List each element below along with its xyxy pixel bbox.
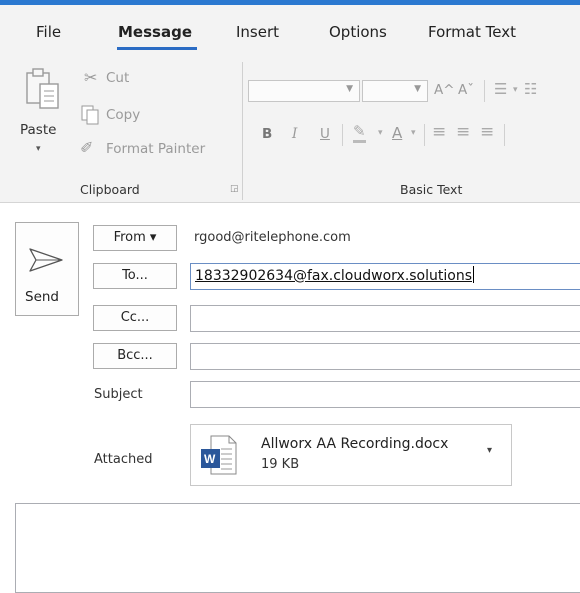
bcc-field[interactable] — [190, 343, 580, 370]
divider — [342, 124, 343, 146]
cc-field[interactable] — [190, 305, 580, 332]
font-name-combo[interactable]: ▼ — [248, 80, 360, 102]
divider — [484, 80, 485, 102]
attachment-dropdown-icon[interactable]: ▾ — [487, 445, 492, 456]
font-size-combo[interactable]: ▼ — [362, 80, 428, 102]
attachment-filename: Allworx AA Recording.docx — [261, 436, 449, 452]
tab-insert[interactable]: Insert — [236, 23, 279, 41]
group-separator — [242, 62, 243, 200]
dropdown-arrow-icon[interactable]: ▾ — [411, 128, 416, 138]
numbering-icon[interactable]: ☷ — [524, 80, 537, 98]
subject-field[interactable] — [190, 381, 580, 408]
paste-dropdown-icon: ▾ — [36, 144, 41, 154]
clipboard-dialog-launcher-icon[interactable]: ◲ — [230, 184, 239, 194]
copy-icon — [81, 105, 99, 125]
paintbrush-icon: ✐ — [80, 138, 94, 157]
grow-font-button[interactable]: A^ — [434, 82, 455, 98]
italic-button[interactable]: I — [292, 126, 297, 142]
scissors-icon: ✂ — [84, 68, 98, 87]
underline-button[interactable]: U — [320, 126, 330, 142]
copy-label: Copy — [106, 107, 141, 123]
from-button[interactable]: From ▾ — [93, 225, 177, 251]
to-button[interactable]: To... — [93, 263, 177, 289]
send-icon — [29, 248, 63, 272]
paste-icon — [26, 68, 59, 109]
word-document-icon: W — [201, 435, 237, 475]
cut-button[interactable]: ✂ Cut — [84, 68, 164, 90]
font-color-button[interactable]: A — [392, 124, 402, 142]
to-field[interactable]: 18332902634@fax.cloudworx.solutions — [190, 263, 580, 290]
cc-button[interactable]: Cc... — [93, 305, 177, 331]
attachment-item[interactable]: W Allworx AA Recording.docx 19 KB ▾ — [190, 424, 512, 486]
tab-format-text[interactable]: Format Text — [428, 23, 516, 41]
svg-text:W: W — [204, 452, 216, 466]
paste-button[interactable]: Paste ▾ — [20, 64, 72, 164]
align-center-icon[interactable]: ≡ — [456, 122, 470, 142]
cut-label: Cut — [106, 70, 130, 86]
send-label: Send — [25, 289, 60, 305]
format-painter-label: Format Painter — [106, 141, 206, 157]
active-tab-indicator — [117, 47, 197, 50]
chevron-down-icon: ▼ — [346, 84, 353, 94]
paste-label: Paste — [20, 122, 57, 138]
tab-file[interactable]: File — [36, 23, 61, 41]
message-body[interactable] — [15, 503, 580, 593]
copy-button[interactable]: Copy — [80, 104, 170, 128]
shrink-font-button[interactable]: Aˇ — [458, 82, 474, 98]
bcc-button[interactable]: Bcc... — [93, 343, 177, 369]
clipboard-group-label: Clipboard — [80, 182, 140, 197]
divider — [504, 124, 505, 146]
ribbon-bottom-border — [0, 202, 580, 203]
text-cursor — [473, 266, 474, 283]
basic-text-group-label: Basic Text — [400, 182, 463, 197]
ribbon-tabs: File Message Insert Options Format Text — [0, 5, 580, 49]
attached-label: Attached — [94, 452, 153, 467]
dropdown-arrow-icon[interactable]: ▾ — [513, 85, 518, 95]
align-right-icon[interactable]: ≡ — [480, 122, 494, 142]
bullets-icon[interactable]: ☰ — [494, 80, 507, 98]
format-painter-button[interactable]: ✐ Format Painter — [80, 138, 230, 162]
dropdown-arrow-icon[interactable]: ▾ — [378, 128, 383, 138]
tab-message[interactable]: Message — [118, 23, 192, 41]
highlight-icon[interactable]: ✎ — [353, 122, 366, 143]
chevron-down-icon: ▼ — [414, 84, 421, 94]
from-value: rgood@ritelephone.com — [194, 230, 351, 245]
attachment-size: 19 KB — [261, 457, 300, 472]
subject-label: Subject — [94, 387, 143, 402]
tab-options[interactable]: Options — [329, 23, 387, 41]
bold-button[interactable]: B — [262, 126, 272, 142]
to-recipient: 18332902634@fax.cloudworx.solutions — [195, 268, 472, 284]
divider — [424, 124, 425, 146]
send-button[interactable]: Send — [15, 222, 79, 316]
align-left-icon[interactable]: ≡ — [432, 122, 446, 142]
